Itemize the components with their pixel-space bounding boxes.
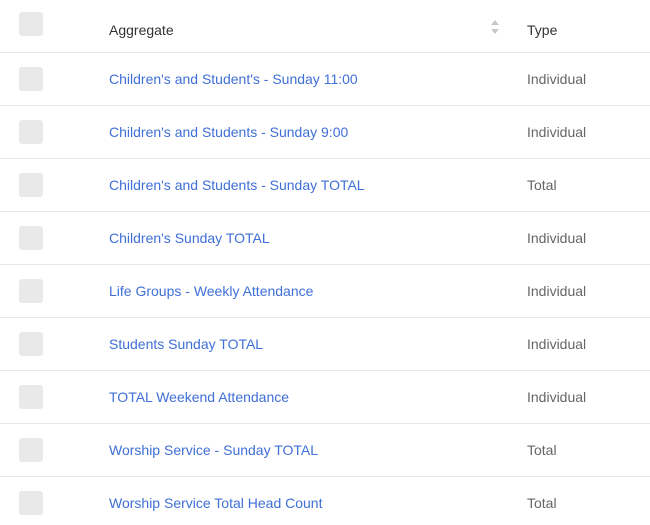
aggregate-link[interactable]: Children's and Student's - Sunday 11:00 bbox=[109, 71, 358, 87]
column-header-aggregate[interactable]: Aggregate bbox=[109, 0, 174, 52]
row-checkbox[interactable] bbox=[19, 120, 43, 144]
aggregate-link[interactable]: Worship Service Total Head Count bbox=[109, 495, 322, 511]
type-cell: Individual bbox=[527, 336, 587, 352]
table-row: Children's and Students - Sunday 9:00 In… bbox=[0, 106, 650, 159]
type-cell: Individual bbox=[527, 230, 587, 246]
row-checkbox[interactable] bbox=[19, 173, 43, 197]
table-row: Students Sunday TOTAL Individual bbox=[0, 318, 650, 371]
select-all-checkbox[interactable] bbox=[19, 12, 43, 36]
type-cell: Individual bbox=[527, 124, 587, 140]
type-cell: Total bbox=[527, 442, 557, 458]
type-cell: Total bbox=[527, 495, 557, 511]
table-header-row: Aggregate Type bbox=[0, 0, 650, 53]
column-header-type: Type bbox=[527, 22, 558, 38]
table-row: Children's and Students - Sunday TOTAL T… bbox=[0, 159, 650, 212]
table-row: Children's Sunday TOTAL Individual bbox=[0, 212, 650, 265]
row-checkbox[interactable] bbox=[19, 279, 43, 303]
row-checkbox[interactable] bbox=[19, 67, 43, 91]
row-checkbox[interactable] bbox=[19, 491, 43, 515]
aggregate-link[interactable]: Children's Sunday TOTAL bbox=[109, 230, 270, 246]
aggregate-link[interactable]: Worship Service - Sunday TOTAL bbox=[109, 442, 318, 458]
aggregate-link[interactable]: Children's and Students - Sunday TOTAL bbox=[109, 177, 365, 193]
aggregate-link[interactable]: Life Groups - Weekly Attendance bbox=[109, 283, 313, 299]
type-cell: Individual bbox=[527, 283, 587, 299]
row-checkbox[interactable] bbox=[19, 226, 43, 250]
table-row: Life Groups - Weekly Attendance Individu… bbox=[0, 265, 650, 318]
table-row: Worship Service - Sunday TOTAL Total bbox=[0, 424, 650, 477]
row-checkbox[interactable] bbox=[19, 332, 43, 356]
sort-icon[interactable] bbox=[490, 18, 500, 36]
aggregate-link[interactable]: Children's and Students - Sunday 9:00 bbox=[109, 124, 348, 140]
type-cell: Individual bbox=[527, 71, 587, 87]
row-checkbox[interactable] bbox=[19, 385, 43, 409]
aggregates-table: Aggregate Type Children's and Student's … bbox=[0, 0, 650, 525]
type-cell: Total bbox=[527, 177, 557, 193]
row-checkbox[interactable] bbox=[19, 438, 43, 462]
table-row: Children's and Student's - Sunday 11:00 … bbox=[0, 53, 650, 106]
aggregate-link[interactable]: Students Sunday TOTAL bbox=[109, 336, 263, 352]
type-cell: Individual bbox=[527, 389, 587, 405]
table-row: TOTAL Weekend Attendance Individual bbox=[0, 371, 650, 424]
aggregate-link[interactable]: TOTAL Weekend Attendance bbox=[109, 389, 289, 405]
table-row: Worship Service Total Head Count Total bbox=[0, 477, 650, 525]
